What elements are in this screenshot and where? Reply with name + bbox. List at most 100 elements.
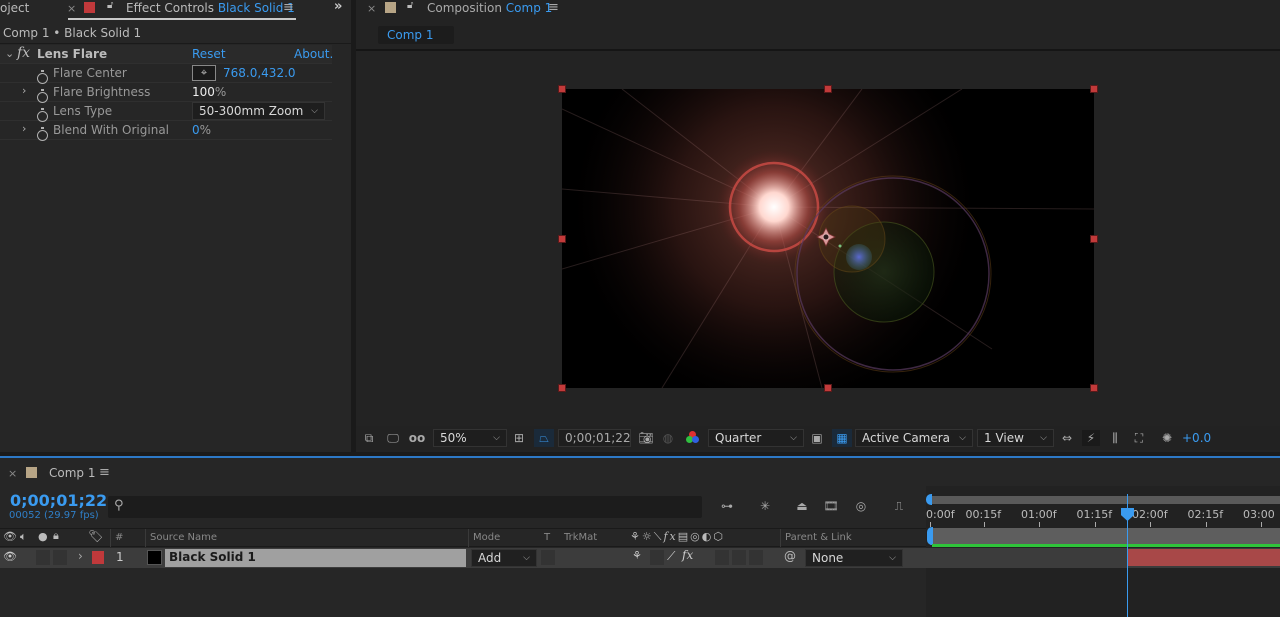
layer-duration-bar[interactable] xyxy=(1127,549,1280,566)
collapse-chevron-icon[interactable]: ⌄ xyxy=(5,47,14,60)
work-area-start-handle[interactable] xyxy=(927,527,933,545)
navigator-start-handle[interactable] xyxy=(926,494,932,505)
col-trkmat[interactable]: TrkMat xyxy=(560,529,597,547)
expand-chevron-icon[interactable]: › xyxy=(22,84,26,97)
close-tab-icon[interactable]: × xyxy=(67,2,76,15)
solo-toggle[interactable] xyxy=(36,550,50,565)
tab-composition[interactable]: Composition Comp 1 xyxy=(427,1,552,15)
layer-name-field[interactable]: Black Solid 1 xyxy=(165,549,466,567)
view-layout-dropdown[interactable]: 1 View ⌵ xyxy=(977,429,1054,447)
graph-editor-icon[interactable]: ⎍ xyxy=(890,498,908,514)
frame-blending-icon[interactable]: 🎞︎ xyxy=(822,498,840,514)
stopwatch-icon[interactable] xyxy=(37,88,48,103)
3d-layer-switch[interactable] xyxy=(749,550,763,565)
motion-blur-switch[interactable] xyxy=(732,550,746,565)
exposure-value[interactable]: +0.0 xyxy=(1182,431,1211,445)
flare-brightness-value[interactable]: 100% xyxy=(192,85,226,99)
3d-glasses-icon[interactable]: oo xyxy=(408,430,426,446)
fx-switch-icon[interactable]: fx xyxy=(682,548,693,562)
current-time-field[interactable]: 0;00;01;22 xyxy=(558,429,631,447)
transform-handle-bl[interactable] xyxy=(558,384,566,392)
fx-icon[interactable]: fx xyxy=(17,45,30,61)
stopwatch-icon[interactable] xyxy=(37,69,48,84)
pick-whip-icon[interactable]: @ xyxy=(784,549,796,563)
motion-blur-icon[interactable]: ◎ xyxy=(852,498,870,514)
flowchart-icon[interactable]: ⛶ xyxy=(1130,430,1148,446)
video-eye-icon[interactable]: 👁︎ xyxy=(3,530,17,543)
time-ruler[interactable]: 0:00f 00:15f 01:00f 01:15f 02:00f 02:15f 03:00 xyxy=(926,506,1280,528)
tab-comp-1[interactable]: Comp 1 xyxy=(49,466,95,480)
lock-icon[interactable]: 🔒︎ xyxy=(53,529,59,543)
show-snapshot-icon[interactable]: ◍ xyxy=(659,430,677,446)
layer-label-color[interactable] xyxy=(92,551,104,564)
transform-handle-ml[interactable] xyxy=(558,235,566,243)
mask-visibility-icon[interactable]: ⏢ xyxy=(534,429,554,447)
flare-center-value[interactable]: 768.0,432.0 xyxy=(223,66,296,80)
collapse-switch[interactable] xyxy=(650,550,664,565)
parent-dropdown[interactable]: None ⌵ xyxy=(805,549,903,567)
blend-mode-dropdown[interactable]: Add ⌵ xyxy=(471,549,537,567)
grid-guides-icon[interactable]: ⊞ xyxy=(510,430,528,446)
close-tab-icon[interactable]: × xyxy=(8,467,17,480)
region-of-interest-icon[interactable]: ▣ xyxy=(808,430,826,446)
magnification-dropdown[interactable]: 50% ⌵ xyxy=(433,429,507,447)
snapshot-camera-icon[interactable]: 📷︎ xyxy=(637,430,655,446)
col-parent-link[interactable]: Parent & Link xyxy=(780,529,852,547)
lock-icon[interactable]: 🔓︎ xyxy=(107,0,113,11)
quality-switch-icon[interactable]: ⟋ xyxy=(667,549,675,564)
col-source-name[interactable]: Source Name xyxy=(145,529,468,547)
transform-handle-tl[interactable] xyxy=(558,85,566,93)
monitor-icon[interactable]: 🖵︎ xyxy=(384,430,402,446)
transparency-grid-icon[interactable]: ▦ xyxy=(832,429,852,447)
work-area-navigator[interactable] xyxy=(930,496,1280,504)
shy-layers-icon[interactable]: ⏏︎ xyxy=(793,498,811,514)
comp-subtab[interactable]: Comp 1 xyxy=(378,26,454,44)
audio-icon[interactable]: 🔈︎ xyxy=(20,530,27,544)
col-t[interactable]: T xyxy=(540,529,550,547)
time-graph[interactable]: 0:00f 00:15f 01:00f 01:15f 02:00f 02:15f 03:00 xyxy=(926,486,1280,617)
blend-value[interactable]: 0% xyxy=(192,123,211,137)
transform-handle-tc[interactable] xyxy=(824,85,832,93)
col-mode[interactable]: Mode xyxy=(468,529,500,547)
always-preview-icon[interactable]: ⧉ xyxy=(360,430,378,446)
lock-icon[interactable]: 🔓︎ xyxy=(407,0,413,11)
about-button[interactable]: About. xyxy=(294,47,333,61)
lock-toggle[interactable] xyxy=(53,550,67,565)
label-tag-icon[interactable]: 🏷︎ xyxy=(88,529,103,543)
stopwatch-icon[interactable] xyxy=(37,107,48,122)
tab-effect-controls[interactable]: Effect Controls Black Solid 1 xyxy=(126,1,295,15)
effect-header-lens-flare[interactable]: ⌄ fx Lens Flare Reset About. xyxy=(0,45,333,64)
panel-menu-icon[interactable]: ≡ xyxy=(283,0,294,15)
exposure-reset-icon[interactable]: ✺ xyxy=(1158,430,1176,446)
draft-3d-icon[interactable]: ✳︎ xyxy=(756,498,774,514)
channel-rgb-icon[interactable] xyxy=(686,431,700,445)
expand-chevron-icon[interactable]: › xyxy=(22,122,26,135)
close-tab-icon[interactable]: × xyxy=(367,2,376,15)
double-chevron-right-icon[interactable]: » xyxy=(334,0,342,14)
frame-blend-switch[interactable] xyxy=(715,550,729,565)
expand-chevron-icon[interactable]: › xyxy=(78,549,83,563)
solo-icon[interactable]: ● xyxy=(38,530,48,543)
transform-handle-bc[interactable] xyxy=(824,384,832,392)
col-number[interactable]: # xyxy=(110,529,123,547)
toggle-pixel-aspect-icon[interactable]: ⇔ xyxy=(1058,430,1076,446)
preserve-transparency-toggle[interactable] xyxy=(541,550,555,565)
composition-mini-flowchart-icon[interactable]: ⊶ xyxy=(718,498,736,514)
reset-button[interactable]: Reset xyxy=(192,47,226,61)
work-area-bar[interactable] xyxy=(930,528,1280,545)
transform-handle-tr[interactable] xyxy=(1090,85,1098,93)
composition-viewer[interactable] xyxy=(562,89,1094,388)
camera-view-dropdown[interactable]: Active Camera ⌵ xyxy=(855,429,973,447)
shy-switch-icon[interactable]: ⚘ xyxy=(632,549,642,562)
crosshair-target-icon[interactable]: ⌖ xyxy=(192,65,216,81)
fast-previews-icon[interactable]: ⚡︎ xyxy=(1082,430,1100,446)
transform-handle-br[interactable] xyxy=(1090,384,1098,392)
current-time-display[interactable]: 0;00;01;22 xyxy=(10,491,107,510)
project-tab[interactable]: oject xyxy=(0,1,29,15)
panel-menu-icon[interactable]: ≡ xyxy=(548,0,559,15)
visibility-eye-icon[interactable]: 👁︎ xyxy=(3,550,17,563)
resolution-dropdown[interactable]: Quarter ⌵ xyxy=(708,429,804,447)
stopwatch-icon[interactable] xyxy=(37,126,48,141)
transform-handle-mr[interactable] xyxy=(1090,235,1098,243)
layer-search-input[interactable]: ⚲ xyxy=(108,496,702,518)
